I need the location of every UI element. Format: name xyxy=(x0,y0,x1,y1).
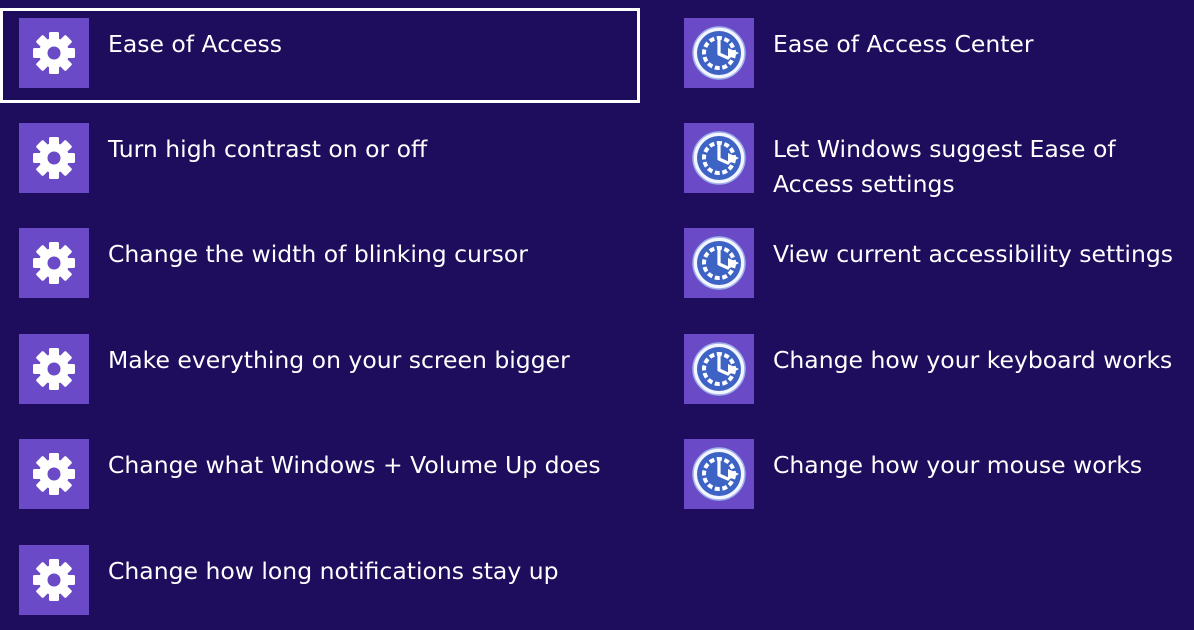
result-label: Change the width of blinking cursor xyxy=(108,240,528,268)
result-label: Ease of Access Center xyxy=(773,30,1034,58)
ease-of-access-icon xyxy=(684,123,754,193)
result-item-suggest-settings[interactable]: Let Windows suggest Ease of Access setti… xyxy=(672,113,1194,208)
gear-icon xyxy=(19,334,89,404)
result-item-ease-of-access[interactable]: Ease of Access xyxy=(0,8,640,103)
result-label: Let Windows suggest Ease of Access setti… xyxy=(773,135,1116,198)
gear-icon xyxy=(19,123,89,193)
result-label: Ease of Access xyxy=(108,30,282,58)
ease-of-access-icon xyxy=(684,334,754,404)
result-label: Make everything on your screen bigger xyxy=(108,346,570,374)
gear-icon xyxy=(19,228,89,298)
result-item-keyboard[interactable]: Change how your keyboard works xyxy=(672,324,1194,419)
gear-icon xyxy=(19,18,89,88)
result-item-mouse[interactable]: Change how your mouse works xyxy=(672,429,1194,524)
result-item-view-accessibility[interactable]: View current accessibility settings xyxy=(672,218,1194,313)
ease-of-access-icon xyxy=(684,228,754,298)
result-item-notifications[interactable]: Change how long notifications stay up xyxy=(0,535,640,630)
result-item-windows-volume-up[interactable]: Change what Windows + Volume Up does xyxy=(0,429,640,524)
result-label: Change how your keyboard works xyxy=(773,346,1173,374)
result-item-screen-bigger[interactable]: Make everything on your screen bigger xyxy=(0,324,640,419)
result-label: Turn high contrast on or off xyxy=(108,135,428,163)
result-label: View current accessibility settings xyxy=(773,240,1174,268)
result-label: Change how long notifications stay up xyxy=(108,557,559,585)
result-label: Change how your mouse works xyxy=(773,451,1143,479)
result-item-ease-of-access-center[interactable]: Ease of Access Center xyxy=(672,8,1194,103)
ease-of-access-icon xyxy=(684,18,754,88)
result-item-cursor-width[interactable]: Change the width of blinking cursor xyxy=(0,218,640,313)
search-results: Ease of Access Turn high contrast on or … xyxy=(0,0,1194,615)
gear-icon xyxy=(19,439,89,509)
gear-icon xyxy=(19,545,89,615)
result-item-high-contrast[interactable]: Turn high contrast on or off xyxy=(0,113,640,208)
result-label: Change what Windows + Volume Up does xyxy=(108,451,601,479)
ease-of-access-icon xyxy=(684,439,754,509)
